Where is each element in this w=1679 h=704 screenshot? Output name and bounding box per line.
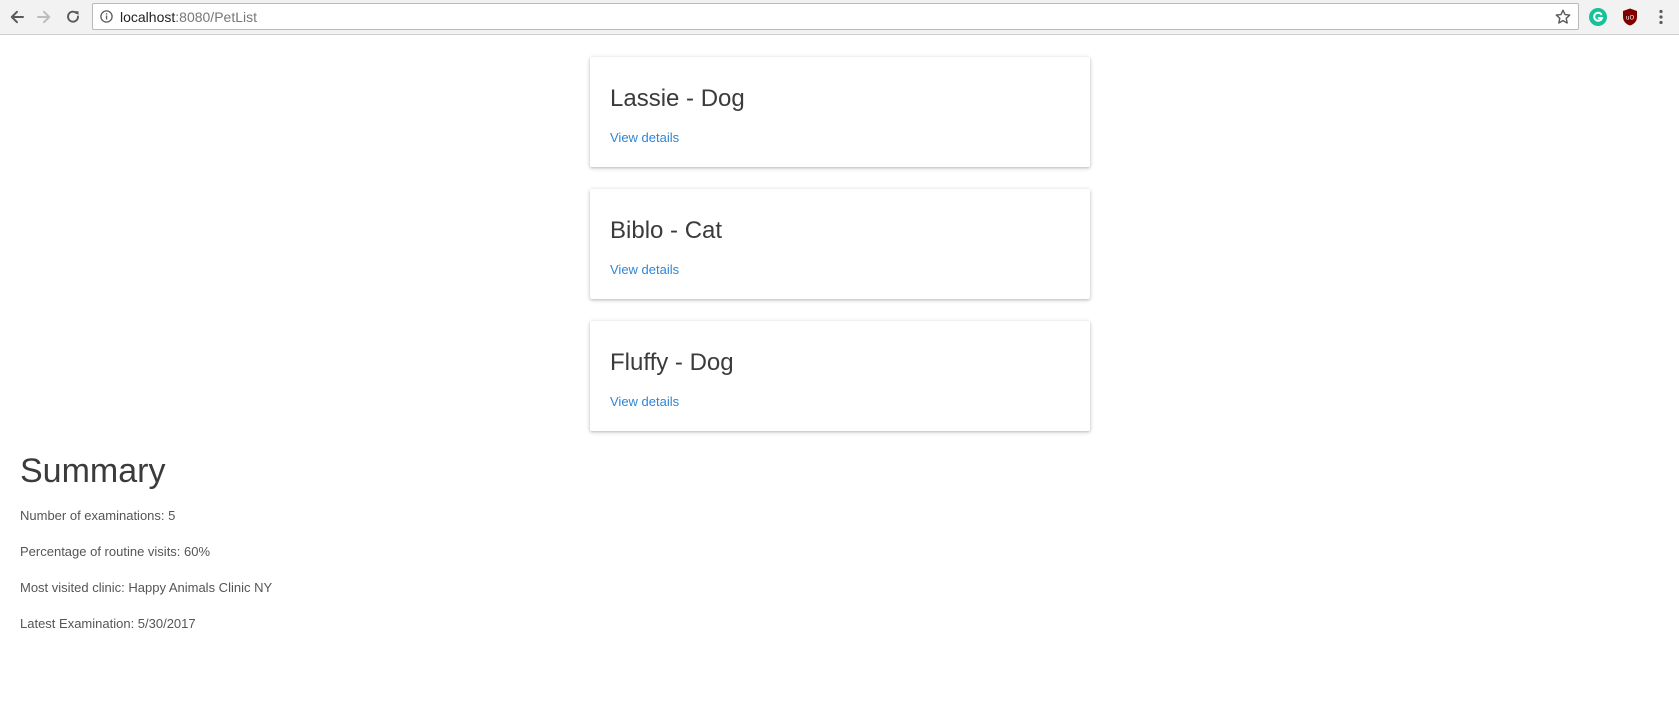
url-path: :8080/PetList <box>175 9 257 25</box>
pet-card: Biblo - Cat View details <box>590 189 1090 299</box>
pet-title: Lassie - Dog <box>610 85 745 112</box>
grammarly-icon[interactable] <box>1588 7 1608 27</box>
ublock-icon[interactable]: uO <box>1620 7 1640 27</box>
info-icon[interactable] <box>100 10 113 23</box>
pet-title: Fluffy - Dog <box>610 349 734 376</box>
view-details-link[interactable]: View details <box>610 130 679 145</box>
summary-routine-percentage: Percentage of routine visits: 60% <box>20 544 211 559</box>
pet-card: Fluffy - Dog View details <box>590 321 1090 431</box>
summary-most-visited-clinic: Most visited clinic: Happy Animals Clini… <box>20 580 273 595</box>
pet-title: Biblo - Cat <box>610 217 723 244</box>
view-details-link[interactable]: View details <box>610 394 679 409</box>
url-text: localhost:8080/PetList <box>120 8 257 26</box>
address-bar[interactable]: localhost:8080/PetList <box>92 3 1579 30</box>
url-host: localhost <box>120 9 176 25</box>
kebab-menu-icon[interactable] <box>1651 7 1671 27</box>
summary-examinations: Number of examinations: 5 <box>20 508 176 523</box>
svg-text:uO: uO <box>1626 15 1635 22</box>
star-icon[interactable] <box>1554 8 1572 26</box>
summary-heading: Summary <box>20 452 166 490</box>
browser-toolbar: localhost:8080/PetList uO <box>0 0 1679 35</box>
view-details-link[interactable]: View details <box>610 262 679 277</box>
pet-card: Lassie - Dog View details <box>590 57 1090 167</box>
summary-latest-examination: Latest Examination: 5/30/2017 <box>20 616 196 631</box>
reload-icon[interactable] <box>62 6 84 28</box>
back-arrow-icon[interactable] <box>6 6 28 28</box>
forward-arrow-icon[interactable] <box>33 6 55 28</box>
